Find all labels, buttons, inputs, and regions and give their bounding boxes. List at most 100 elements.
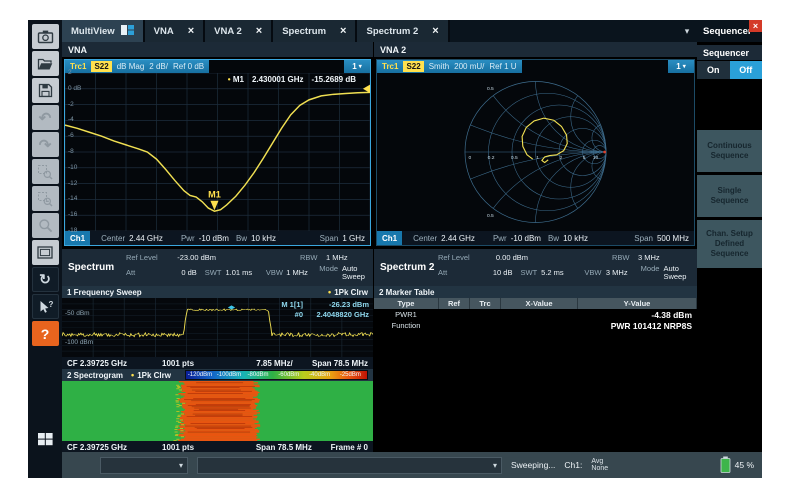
instrument-window: ↶ ↷ ↻ ? ? MultiView VNA × bbox=[28, 20, 762, 478]
sequencer-on-button[interactable]: On bbox=[697, 61, 730, 79]
svg-text:0.5: 0.5 bbox=[487, 213, 494, 219]
close-icon[interactable]: × bbox=[340, 25, 346, 37]
swt-label: SWT bbox=[205, 269, 222, 277]
swt-label: SWT bbox=[520, 269, 537, 277]
undo-button[interactable]: ↶ bbox=[32, 105, 59, 130]
swt-value: 5.2 ms bbox=[541, 269, 564, 277]
windows-icon bbox=[37, 434, 54, 451]
spectrum-title: Spectrum bbox=[68, 251, 126, 284]
close-icon[interactable]: × bbox=[256, 25, 262, 37]
legend-label: -25dBm bbox=[340, 371, 361, 379]
bw-value: 10 kHz bbox=[563, 234, 588, 243]
sequencer-title-label: Sequencer bbox=[703, 26, 752, 37]
magnifier-button[interactable] bbox=[32, 213, 59, 238]
vna2-smith-plot[interactable]: 00.20.5125100.50.5 bbox=[377, 73, 694, 231]
tab-label: MultiView bbox=[71, 26, 115, 37]
tab-multiview[interactable]: MultiView bbox=[62, 20, 145, 42]
vna-diagram[interactable]: Trc1 S22 dB Mag 2 dB/ Ref 0 dB 1 ▾ bbox=[64, 59, 371, 246]
span-value: 1 GHz bbox=[342, 234, 365, 243]
trace-format: dB Mag bbox=[117, 62, 145, 71]
sweep-caption-bar: 1 Frequency Sweep •1Pk Clrw bbox=[62, 286, 373, 298]
tab-vna[interactable]: VNA × bbox=[145, 20, 206, 42]
sparam-badge: S22 bbox=[91, 61, 111, 72]
legend-label: -120dBm bbox=[188, 371, 212, 379]
spectrum-quadrant: Spectrum Ref Level -23.00 dBm RBW 1 MHz bbox=[62, 249, 373, 452]
center-value: 2.44 GHz bbox=[441, 234, 475, 243]
spectrum2-quadrant: Spectrum 2 Ref Level 0.00 dBm RBW 3 MHz bbox=[374, 249, 697, 452]
screenshot-button[interactable] bbox=[32, 24, 59, 49]
open-folder-icon bbox=[37, 57, 53, 71]
tab-spectrum2[interactable]: Spectrum 2 × bbox=[357, 20, 449, 42]
att-value: 10 dB bbox=[469, 269, 512, 277]
avg-label: Avg bbox=[591, 458, 608, 466]
marker-value: -26.23 dBm bbox=[311, 300, 369, 309]
svg-text:0: 0 bbox=[469, 155, 472, 161]
axis-label: -10 bbox=[68, 164, 77, 171]
vna2-trace-info[interactable]: Trc1 S22 Smith 200 mU/ Ref 1 U bbox=[377, 60, 522, 73]
context-help-button[interactable]: ? bbox=[32, 294, 59, 319]
status-dropdown[interactable]: ▾ bbox=[100, 457, 188, 474]
vna2-trace-selector[interactable]: 1 ▾ bbox=[668, 60, 694, 73]
channel-badge[interactable]: Ch1 bbox=[377, 231, 402, 245]
legend-label: -80dBm bbox=[248, 371, 269, 379]
pwr-label: Pwr bbox=[181, 234, 195, 243]
vna-trace-info[interactable]: Trc1 S22 dB Mag 2 dB/ Ref 0 dB bbox=[65, 60, 209, 73]
vna2-diagram[interactable]: Trc1 S22 Smith 200 mU/ Ref 1 U 1 ▾ bbox=[376, 59, 695, 246]
row-type: Function bbox=[374, 321, 438, 330]
frame-value: Frame # 0 bbox=[331, 443, 373, 452]
center-value: 2.44 GHz bbox=[129, 234, 163, 243]
zoom-area-button[interactable] bbox=[32, 159, 59, 184]
channel-defined-sequence-button[interactable]: Chan. Setup Defined Sequence bbox=[697, 220, 762, 268]
close-icon[interactable]: × bbox=[432, 25, 438, 37]
mode-value: Auto Sweep bbox=[663, 265, 693, 281]
open-file-button[interactable] bbox=[32, 51, 59, 76]
continuous-sequence-button[interactable]: Continuous Sequence bbox=[697, 130, 762, 172]
close-sequencer-button[interactable]: × bbox=[749, 20, 762, 32]
single-sequence-button[interactable]: Single Sequence bbox=[697, 175, 762, 217]
detector-indicator: •1Pk Clrw bbox=[131, 370, 171, 380]
mode-value: Auto Sweep bbox=[342, 265, 369, 281]
ref-level-label: Ref Level bbox=[438, 254, 476, 262]
marker-frequency: 2.430001 GHz bbox=[252, 75, 304, 84]
display-button[interactable] bbox=[32, 240, 59, 265]
swt-value: 1.01 ms bbox=[225, 269, 252, 277]
camera-icon bbox=[37, 29, 54, 44]
pwr-label: Pwr bbox=[493, 234, 507, 243]
trace-name: Trc1 bbox=[382, 62, 398, 71]
vna-plot[interactable]: M1 20 dB-2-4-6-8-10-12-14-16-18 • M1 2.4… bbox=[65, 73, 370, 231]
span-label: Span bbox=[634, 234, 653, 243]
marker-level: -15.2689 dB bbox=[312, 75, 356, 84]
span-value: 500 MHz bbox=[657, 234, 689, 243]
frequency-sweep-plot[interactable]: -50 dBm-100 dBm M 1[1]-26.23 dBm #02.404… bbox=[62, 298, 373, 357]
svg-text:0.2: 0.2 bbox=[488, 155, 495, 161]
vna-trace-selector[interactable]: 1 ▾ bbox=[344, 60, 370, 73]
rbw-value: 3 MHz bbox=[638, 254, 680, 262]
message-field[interactable]: ▾ bbox=[197, 457, 502, 474]
close-icon[interactable]: × bbox=[188, 25, 194, 37]
tab-vna2[interactable]: VNA 2 × bbox=[205, 20, 273, 42]
vbw-value: 3 MHz bbox=[606, 269, 641, 277]
windows-taskbar-button[interactable] bbox=[37, 431, 54, 452]
save-button[interactable] bbox=[32, 78, 59, 103]
vna-footer: Ch1 Center2.44 GHz Pwr-10 dBm Bw10 kHz S… bbox=[65, 231, 370, 245]
center-label: Center bbox=[101, 234, 125, 243]
tab-overflow-button[interactable]: ▾ bbox=[677, 20, 697, 42]
vna2-window-title: VNA 2 bbox=[374, 42, 697, 57]
channel-status-label: Ch1: bbox=[564, 460, 582, 470]
refresh-button[interactable]: ↻ bbox=[32, 267, 59, 292]
ref-level-value: 0.00 dBm bbox=[476, 254, 528, 262]
spectrogram-plot[interactable] bbox=[62, 381, 373, 441]
zoom-out-area-button[interactable] bbox=[32, 186, 59, 211]
help-button[interactable]: ? bbox=[32, 321, 59, 346]
redo-button[interactable]: ↷ bbox=[32, 132, 59, 157]
spectrogram-caption-bar: 2 Spectrogram •1Pk Clrw -120dBm -100dBm … bbox=[62, 369, 373, 381]
vbw-label: VBW bbox=[260, 269, 286, 277]
column-header: Y-Value bbox=[578, 298, 697, 309]
table-row[interactable]: Function PWR 101412 NRP8S bbox=[374, 320, 697, 331]
svg-text:0.5: 0.5 bbox=[487, 86, 494, 92]
sequencer-off-button[interactable]: Off bbox=[730, 61, 763, 79]
marker-table-caption: 2 Marker Table bbox=[379, 288, 434, 297]
table-row[interactable]: PWR1 -4.38 dBm bbox=[374, 309, 697, 320]
column-header: Trc bbox=[470, 298, 501, 309]
tab-spectrum[interactable]: Spectrum × bbox=[273, 20, 357, 42]
